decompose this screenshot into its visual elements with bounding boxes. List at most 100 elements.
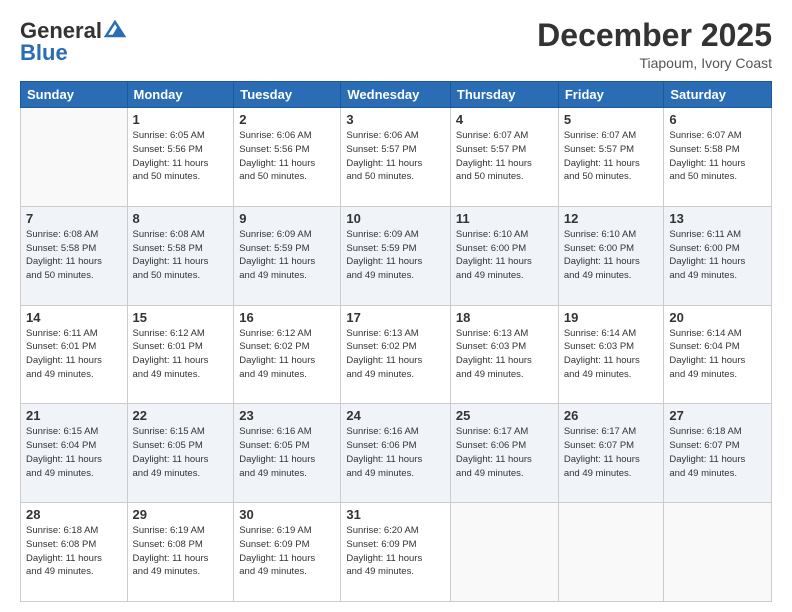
table-row: 1Sunrise: 6:05 AM Sunset: 5:56 PM Daylig… — [127, 108, 234, 207]
table-row: 24 Sunrise: 6:16 AM Sunset: 6:06 PM Dayli… — [341, 404, 451, 503]
day-info: Sunrise: 6:16 AM Sunset: 6:06 PM Dayligh… — [346, 425, 445, 480]
day-number: 18 — [456, 310, 553, 325]
day-number: 16 — [239, 310, 335, 325]
day-info: Sunrise: 6:07 AM Sunset: 5:58 PM Dayligh… — [669, 129, 766, 184]
day-number: 27 — [669, 408, 766, 423]
day-number: 30 — [239, 507, 335, 522]
day-info: Sunrise: 6:06 AM Sunset: 5:56 PM Dayligh… — [239, 129, 335, 184]
table-row: 19Sunrise: 6:14 AM Sunset: 6:03 PM Dayli… — [558, 305, 664, 404]
logo-icon — [104, 20, 126, 38]
table-row — [450, 503, 558, 602]
day-number: 9 — [239, 211, 335, 226]
month-title: December 2025 — [537, 18, 772, 53]
day-number: 15 — [133, 310, 229, 325]
table-row: 9 Sunrise: 6:09 AM Sunset: 5:59 PM Daylig… — [234, 206, 341, 305]
day-number: 22 — [133, 408, 229, 423]
table-row: 17 Sunrise: 6:13 AM Sunset: 6:02 PM Dayli… — [341, 305, 451, 404]
day-info: Sunrise: 6:11 AM Sunset: 6:00 PM Dayligh… — [669, 228, 766, 283]
table-row: 10 Sunrise: 6:09 AM Sunset: 5:59 PM Dayli… — [341, 206, 451, 305]
table-row: 29 Sunrise: 6:19 AM Sunset: 6:08 PM Dayli… — [127, 503, 234, 602]
day-number: 12 — [564, 211, 659, 226]
day-number: 2 — [239, 112, 335, 127]
table-row: 26 Sunrise: 6:17 AM Sunset: 6:07 PM Dayli… — [558, 404, 664, 503]
day-info: Sunrise: 6:11 AM Sunset: 6:01 PM Dayligh… — [26, 327, 122, 382]
calendar-header-row: Sunday Monday Tuesday Wednesday Thursday… — [21, 82, 772, 108]
table-row: 27 Sunrise: 6:18 AM Sunset: 6:07 PM Dayli… — [664, 404, 772, 503]
day-number: 23 — [239, 408, 335, 423]
table-row: 4 Sunrise: 6:07 AM Sunset: 5:57 PM Daylig… — [450, 108, 558, 207]
day-number: 20 — [669, 310, 766, 325]
day-info: Sunrise: 6:17 AM Sunset: 6:06 PM Dayligh… — [456, 425, 553, 480]
day-info: Sunrise: 6:12 AM Sunset: 6:01 PM Dayligh… — [133, 327, 229, 382]
day-number: 3 — [346, 112, 445, 127]
page: General Blue December 2025 Tiapoum, Ivor… — [0, 0, 792, 612]
day-number: 4 — [456, 112, 553, 127]
day-info: Sunrise: 6:12 AM Sunset: 6:02 PM Dayligh… — [239, 327, 335, 382]
logo-blue: Blue — [20, 40, 68, 66]
col-thursday: Thursday — [450, 82, 558, 108]
day-info: Sunrise: 6:17 AM Sunset: 6:07 PM Dayligh… — [564, 425, 659, 480]
day-number: 7 — [26, 211, 122, 226]
calendar-week-row: 28 Sunrise: 6:18 AM Sunset: 6:08 PM Dayli… — [21, 503, 772, 602]
table-row — [558, 503, 664, 602]
table-row: 15 Sunrise: 6:12 AM Sunset: 6:01 PM Dayli… — [127, 305, 234, 404]
day-info: Sunrise: 6:05 AM Sunset: 5:56 PM Dayligh… — [133, 129, 229, 184]
day-info: Sunrise: 6:06 AM Sunset: 5:57 PM Dayligh… — [346, 129, 445, 184]
table-row: 8 Sunrise: 6:08 AM Sunset: 5:58 PM Daylig… — [127, 206, 234, 305]
table-row: 3 Sunrise: 6:06 AM Sunset: 5:57 PM Daylig… — [341, 108, 451, 207]
table-row: 18Sunrise: 6:13 AM Sunset: 6:03 PM Dayli… — [450, 305, 558, 404]
day-number: 28 — [26, 507, 122, 522]
table-row: 12 Sunrise: 6:10 AM Sunset: 6:00 PM Dayli… — [558, 206, 664, 305]
day-number: 8 — [133, 211, 229, 226]
day-info: Sunrise: 6:16 AM Sunset: 6:05 PM Dayligh… — [239, 425, 335, 480]
day-number: 25 — [456, 408, 553, 423]
table-row: 28 Sunrise: 6:18 AM Sunset: 6:08 PM Dayli… — [21, 503, 128, 602]
day-number: 31 — [346, 507, 445, 522]
day-info: Sunrise: 6:15 AM Sunset: 6:04 PM Dayligh… — [26, 425, 122, 480]
table-row: 13 Sunrise: 6:11 AM Sunset: 6:00 PM Dayli… — [664, 206, 772, 305]
header: General Blue December 2025 Tiapoum, Ivor… — [20, 18, 772, 71]
day-info: Sunrise: 6:09 AM Sunset: 5:59 PM Dayligh… — [239, 228, 335, 283]
calendar-week-row: 14 Sunrise: 6:11 AM Sunset: 6:01 PM Dayli… — [21, 305, 772, 404]
day-number: 5 — [564, 112, 659, 127]
table-row: 30Sunrise: 6:19 AM Sunset: 6:09 PM Dayli… — [234, 503, 341, 602]
table-row: 16 Sunrise: 6:12 AM Sunset: 6:02 PM Dayli… — [234, 305, 341, 404]
table-row: 6 Sunrise: 6:07 AM Sunset: 5:58 PM Daylig… — [664, 108, 772, 207]
day-number: 14 — [26, 310, 122, 325]
day-info: Sunrise: 6:18 AM Sunset: 6:08 PM Dayligh… — [26, 524, 122, 579]
calendar-table: Sunday Monday Tuesday Wednesday Thursday… — [20, 81, 772, 602]
logo: General Blue — [20, 18, 126, 66]
day-info: Sunrise: 6:13 AM Sunset: 6:02 PM Dayligh… — [346, 327, 445, 382]
table-row: 21 Sunrise: 6:15 AM Sunset: 6:04 PM Dayli… — [21, 404, 128, 503]
day-number: 19 — [564, 310, 659, 325]
day-number: 6 — [669, 112, 766, 127]
location: Tiapoum, Ivory Coast — [537, 55, 772, 71]
col-saturday: Saturday — [664, 82, 772, 108]
table-row: 23 Sunrise: 6:16 AM Sunset: 6:05 PM Dayli… — [234, 404, 341, 503]
table-row: 5Sunrise: 6:07 AM Sunset: 5:57 PM Daylig… — [558, 108, 664, 207]
day-number: 10 — [346, 211, 445, 226]
table-row: 22Sunrise: 6:15 AM Sunset: 6:05 PM Dayli… — [127, 404, 234, 503]
day-info: Sunrise: 6:10 AM Sunset: 6:00 PM Dayligh… — [456, 228, 553, 283]
day-number: 24 — [346, 408, 445, 423]
day-number: 21 — [26, 408, 122, 423]
day-number: 11 — [456, 211, 553, 226]
day-info: Sunrise: 6:18 AM Sunset: 6:07 PM Dayligh… — [669, 425, 766, 480]
col-tuesday: Tuesday — [234, 82, 341, 108]
day-info: Sunrise: 6:07 AM Sunset: 5:57 PM Dayligh… — [456, 129, 553, 184]
table-row: 2 Sunrise: 6:06 AM Sunset: 5:56 PM Daylig… — [234, 108, 341, 207]
day-info: Sunrise: 6:09 AM Sunset: 5:59 PM Dayligh… — [346, 228, 445, 283]
calendar-week-row: 1Sunrise: 6:05 AM Sunset: 5:56 PM Daylig… — [21, 108, 772, 207]
day-info: Sunrise: 6:08 AM Sunset: 5:58 PM Dayligh… — [26, 228, 122, 283]
day-number: 13 — [669, 211, 766, 226]
day-info: Sunrise: 6:19 AM Sunset: 6:08 PM Dayligh… — [133, 524, 229, 579]
table-row: 11 Sunrise: 6:10 AM Sunset: 6:00 PM Dayli… — [450, 206, 558, 305]
day-info: Sunrise: 6:10 AM Sunset: 6:00 PM Dayligh… — [564, 228, 659, 283]
day-number: 26 — [564, 408, 659, 423]
day-number: 29 — [133, 507, 229, 522]
day-info: Sunrise: 6:14 AM Sunset: 6:04 PM Dayligh… — [669, 327, 766, 382]
day-number: 17 — [346, 310, 445, 325]
table-row — [21, 108, 128, 207]
day-info: Sunrise: 6:08 AM Sunset: 5:58 PM Dayligh… — [133, 228, 229, 283]
col-sunday: Sunday — [21, 82, 128, 108]
